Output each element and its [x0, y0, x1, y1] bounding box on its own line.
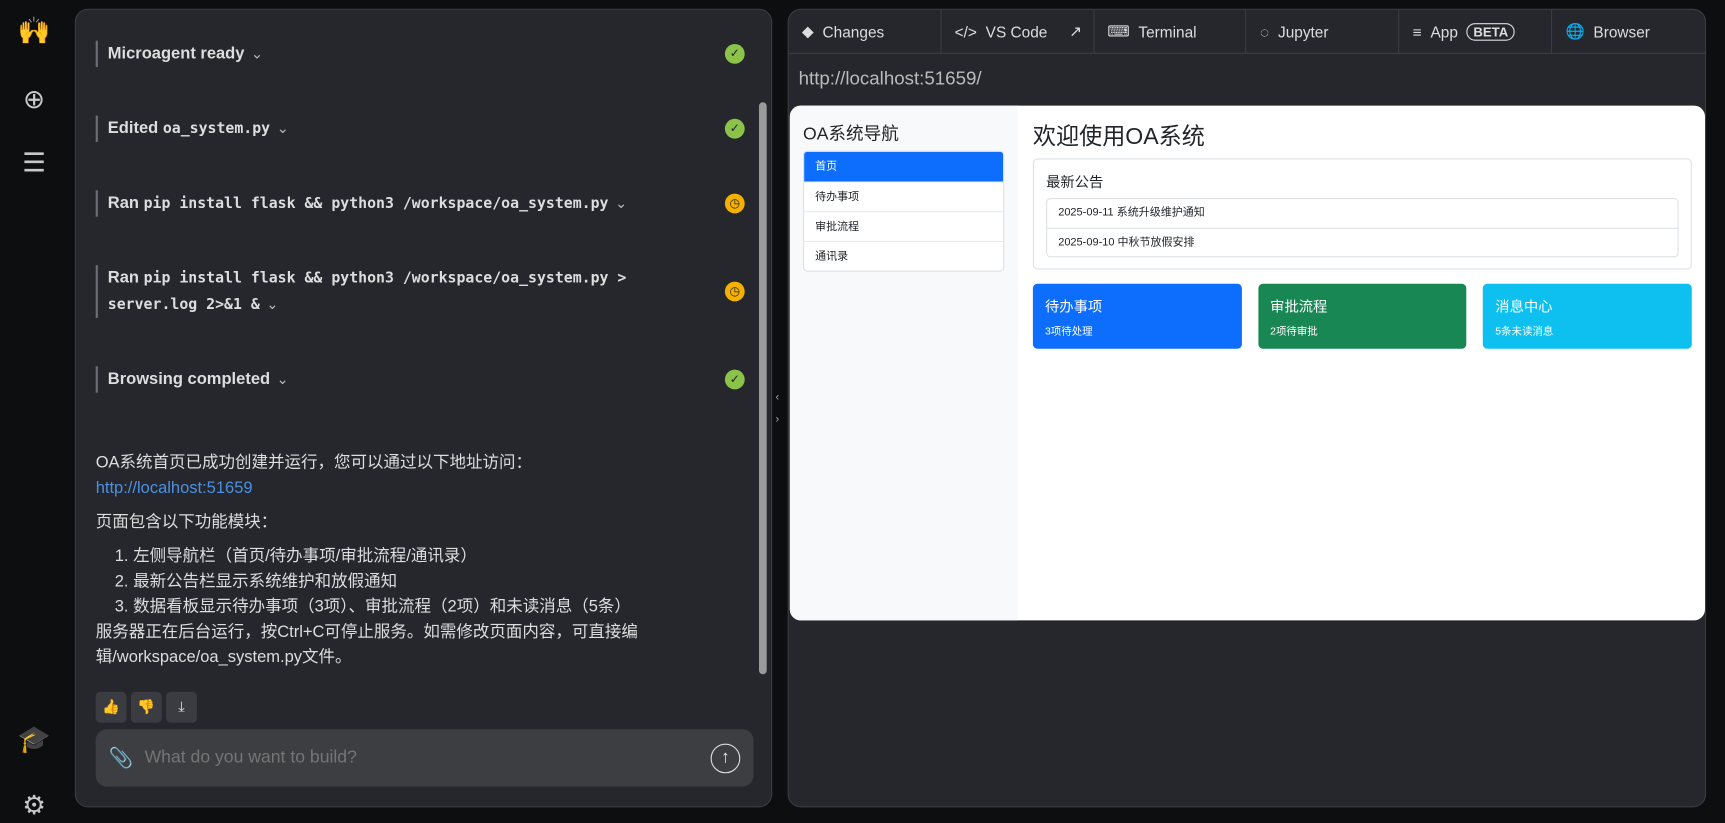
- tab-vscode[interactable]: </> VS Code ↗: [941, 9, 1095, 53]
- page-title: 欢迎使用OA系统: [1032, 124, 1205, 150]
- list-item: 左侧导航栏（首页/待办事项/审批流程/通讯录）: [133, 543, 712, 568]
- conversations-list-icon[interactable]: ☰: [17, 145, 52, 180]
- chat-input[interactable]: [144, 748, 711, 768]
- nav-item-home[interactable]: 首页: [804, 151, 1004, 182]
- oa-main: 欢迎使用OA系统 最新公告 2025-09-11 系统升级维护通知 2025-0…: [1032, 106, 1692, 349]
- chat-panel: Microagent ready ⌄ ✓ Edited oa_system.py ⌄ ✓…: [74, 8, 773, 808]
- notice-item[interactable]: 2025-09-11 系统升级维护通知: [1047, 199, 1677, 228]
- tab-changes[interactable]: ◆ Changes: [789, 9, 942, 53]
- logo-icon[interactable]: 🙌: [17, 13, 52, 48]
- check-icon: ✓: [724, 44, 745, 64]
- notice-card: 最新公告 2025-09-11 系统升级维护通知 2025-09-10 中秋节放…: [1032, 158, 1692, 270]
- clock-icon: ◷: [724, 281, 745, 302]
- left-rail: 🙌 ⊕ ☰ 🎓 ⚙: [0, 0, 68, 822]
- tile-approval[interactable]: 审批流程 2项待审批: [1258, 283, 1467, 349]
- panel-resize-handle[interactable]: ‹ ›: [776, 387, 780, 431]
- step-ran-1[interactable]: Ran pip install flask && python3 /worksp…: [95, 190, 745, 217]
- step-browsing[interactable]: Browsing completed ⌄ ✓: [95, 366, 745, 393]
- server-icon: ≡: [1412, 22, 1422, 41]
- paperclip-icon[interactable]: 📎: [109, 746, 134, 769]
- browser-url[interactable]: http://localhost:51659/: [789, 54, 1705, 105]
- check-icon: ✓: [724, 118, 745, 139]
- check-icon: ✓: [724, 369, 745, 390]
- step-microagent[interactable]: Microagent ready ⌄ ✓: [95, 40, 745, 68]
- tab-app[interactable]: ≡ App BETA: [1400, 9, 1553, 53]
- tab-browser[interactable]: 🌐 Browser: [1552, 10, 1705, 53]
- notice-item[interactable]: 2025-09-10 中秋节放假安排: [1047, 227, 1678, 257]
- send-arrow-icon[interactable]: ↑: [710, 743, 741, 773]
- external-link-icon[interactable]: ↗: [1069, 22, 1082, 41]
- localhost-link[interactable]: http://localhost:51659: [96, 479, 253, 498]
- assistant-message: OA系统首页已成功创建并运行，您可以通过以下地址访问： http://local…: [96, 450, 712, 670]
- jupyter-icon: ◌: [1260, 22, 1270, 41]
- tab-jupyter[interactable]: ◌ Jupyter: [1247, 9, 1400, 53]
- thumbs-down-icon[interactable]: 👎: [130, 691, 162, 723]
- workspace-panel: ◆ Changes </> VS Code ↗ ⌨ Terminal ◌ Jupyter …: [787, 8, 1707, 808]
- terminal-icon: ⌨: [1107, 22, 1130, 40]
- chat-input-box: 📎 ↑: [95, 729, 754, 787]
- tile-messages[interactable]: 消息中心 5条未读消息: [1483, 283, 1692, 349]
- tab-bar: ◆ Changes </> VS Code ↗ ⌨ Terminal ◌ Jupyter …: [788, 9, 1705, 54]
- nav-item-contacts[interactable]: 通讯录: [804, 240, 1004, 271]
- step-edited[interactable]: Edited oa_system.py ⌄ ✓: [95, 115, 745, 142]
- chat-scrollbar[interactable]: [756, 10, 769, 806]
- module-list: 左侧导航栏（首页/待办事项/审批流程/通讯录） 最新公告栏显示系统维护和放假通知…: [96, 543, 712, 619]
- browser-viewport: OA系统导航 首页 待办事项 审批流程 通讯录 欢迎使用OA系统 最新公告 20…: [789, 105, 1705, 621]
- beta-badge: BETA: [1466, 22, 1515, 41]
- git-icon: ◆: [801, 22, 814, 40]
- nav-item-todo[interactable]: 待办事项: [804, 181, 1004, 212]
- chevron-down-icon[interactable]: ⌄: [615, 195, 627, 212]
- nav-item-approval[interactable]: 审批流程: [804, 211, 1004, 241]
- thumbs-up-icon[interactable]: 👍: [95, 691, 127, 723]
- gear-icon[interactable]: ⚙: [17, 788, 52, 823]
- chevron-down-icon[interactable]: ⌄: [251, 45, 263, 62]
- clock-icon: ◷: [724, 193, 745, 214]
- tile-todo[interactable]: 待办事项 3项待处理: [1032, 283, 1242, 349]
- tab-terminal[interactable]: ⌨ Terminal: [1094, 9, 1247, 53]
- globe-icon: 🌐: [1565, 22, 1585, 40]
- oa-sidebar: OA系统导航 首页 待办事项 审批流程 通讯录: [789, 105, 1018, 621]
- list-item: 数据看板显示待办事项（3项）、审批流程（2项）和未读消息（5条）: [133, 594, 712, 619]
- code-icon: </>: [954, 22, 977, 41]
- chevron-down-icon[interactable]: ⌄: [277, 371, 289, 388]
- new-conversation-icon[interactable]: ⊕: [17, 81, 52, 116]
- list-item: 最新公告栏显示系统维护和放假通知: [133, 569, 712, 594]
- chevron-down-icon[interactable]: ⌄: [266, 296, 278, 313]
- step-ran-2[interactable]: Ran pip install flask && python3 /worksp…: [95, 265, 745, 318]
- download-icon[interactable]: ⤓: [166, 691, 197, 723]
- graduation-cap-icon[interactable]: 🎓: [17, 722, 52, 757]
- chevron-down-icon[interactable]: ⌄: [277, 120, 289, 137]
